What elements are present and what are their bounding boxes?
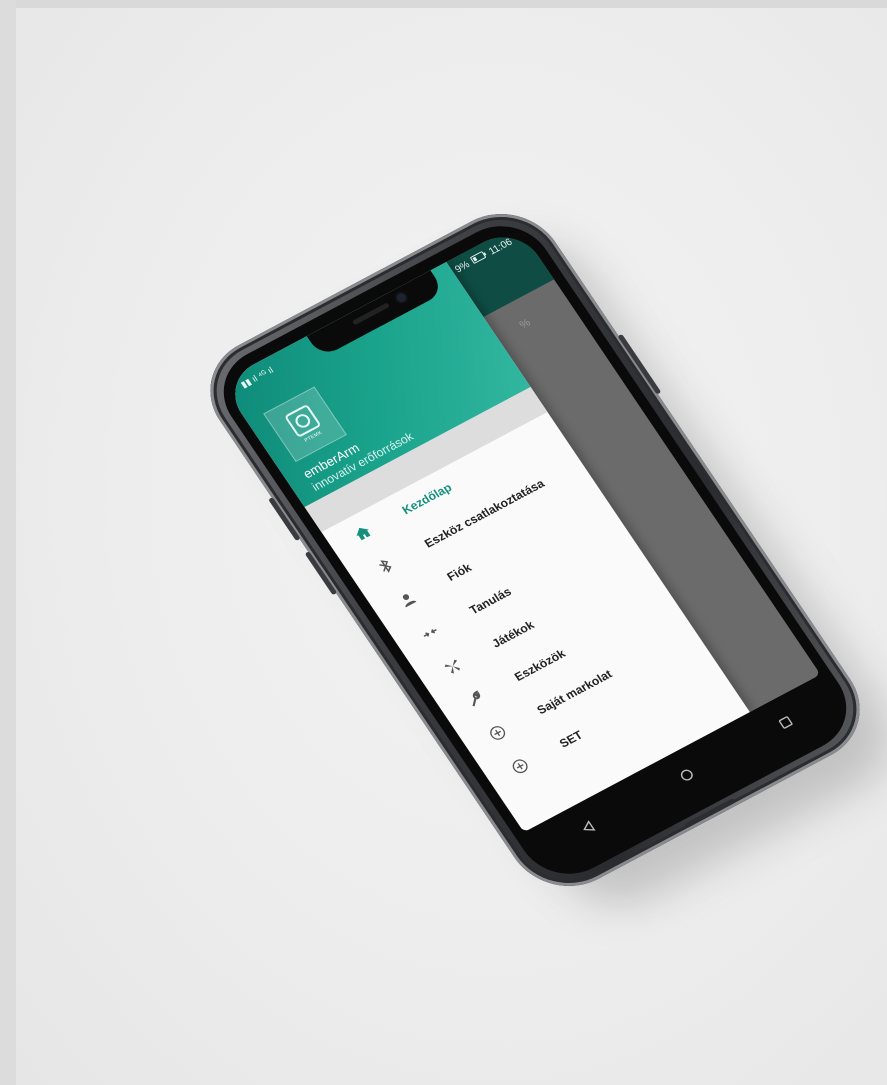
menu-label: Fiók	[444, 560, 475, 584]
arrows-in-icon	[413, 617, 448, 648]
frame-top	[0, 0, 887, 8]
speaker	[351, 302, 391, 326]
percent-icon: %	[517, 316, 533, 332]
home-icon	[345, 517, 380, 548]
signal-text: ▮▮ ıl ⁴ᴳ ıl	[238, 364, 276, 390]
menu-label: SET	[556, 727, 586, 751]
bluetooth-icon	[368, 551, 403, 582]
home-circle-icon	[680, 769, 693, 781]
plus-circle-icon	[480, 717, 515, 748]
person-icon	[390, 584, 425, 615]
status-bar-left: ▮▮ ıl ⁴ᴳ ıl	[239, 365, 276, 390]
menu-label: Tanulás	[466, 584, 514, 618]
menu-label: Játékok	[489, 617, 537, 651]
wrench-icon	[458, 684, 493, 715]
back-icon	[583, 820, 596, 831]
back-button[interactable]	[566, 808, 609, 847]
home-button[interactable]	[665, 756, 708, 795]
plus-circle-icon	[503, 751, 538, 782]
front-camera	[394, 291, 408, 304]
frame-left	[0, 0, 16, 1085]
recents-button[interactable]	[764, 703, 807, 742]
gamepad-icon	[435, 651, 470, 682]
recents-icon	[778, 716, 793, 729]
